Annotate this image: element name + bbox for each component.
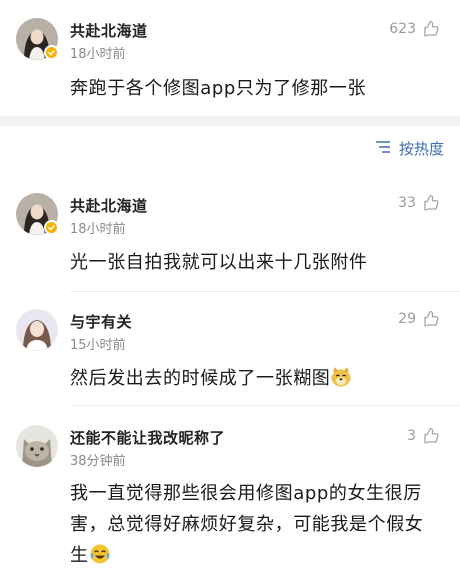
like-count: 29 bbox=[398, 311, 416, 327]
thumbs-up-icon bbox=[422, 427, 440, 445]
sort-lines-icon bbox=[374, 139, 394, 159]
username[interactable]: 共赴北海道 bbox=[70, 20, 148, 41]
timestamp: 38分钟前 bbox=[70, 454, 126, 469]
avatar[interactable] bbox=[16, 309, 58, 351]
thumbs-up-icon bbox=[422, 20, 440, 38]
section-divider bbox=[0, 116, 460, 126]
username[interactable]: 还能不能让我改昵称了 bbox=[70, 427, 225, 448]
verified-badge-icon bbox=[44, 45, 59, 60]
like-count: 33 bbox=[398, 195, 416, 211]
username[interactable]: 与宇有关 bbox=[70, 311, 132, 332]
comment-text: 然后发出去的时候成了一张糊图 bbox=[70, 363, 440, 394]
verified-badge-icon bbox=[44, 220, 59, 235]
comment-text: 光一张自拍我就可以出来十几张附件 bbox=[70, 252, 368, 273]
row-divider bbox=[70, 405, 460, 406]
comment-text-body: 我一直觉得那些很会用修图app的女生很厉害，总觉得好麻烦好复杂，可能我是个假女生 bbox=[70, 483, 424, 566]
like-button[interactable]: 33 bbox=[398, 194, 440, 212]
row-divider bbox=[70, 291, 460, 292]
laugh-cry-emoji-icon bbox=[89, 543, 111, 565]
timestamp: 15小时前 bbox=[70, 338, 126, 353]
like-count: 623 bbox=[389, 21, 416, 37]
doge-emoji-icon bbox=[330, 366, 352, 388]
comment-text: 我一直觉得那些很会用修图app的女生很厉害，总觉得好麻烦好复杂，可能我是个假女生 bbox=[70, 478, 436, 571]
like-button[interactable]: 3 bbox=[407, 427, 440, 445]
comment-page: 共赴北海道 18小时前 623 奔跑于各个修图app只为了修那一张 按热度 共赴… bbox=[0, 0, 460, 572]
comment-text: 奔跑于各个修图app只为了修那一张 bbox=[70, 78, 367, 99]
thumbs-up-icon bbox=[422, 194, 440, 212]
comment-text-body: 然后发出去的时候成了一张糊图 bbox=[70, 368, 331, 389]
like-button[interactable]: 623 bbox=[389, 20, 440, 38]
top-comment[interactable]: 共赴北海道 18小时前 623 奔跑于各个修图app只为了修那一张 bbox=[0, 0, 460, 116]
timestamp: 18小时前 bbox=[70, 47, 126, 62]
like-count: 3 bbox=[407, 428, 416, 444]
timestamp: 18小时前 bbox=[70, 222, 126, 237]
like-button[interactable]: 29 bbox=[398, 310, 440, 328]
username[interactable]: 共赴北海道 bbox=[70, 195, 148, 216]
thumbs-up-icon bbox=[422, 310, 440, 328]
avatar[interactable] bbox=[16, 425, 58, 467]
sort-label: 按热度 bbox=[398, 140, 444, 158]
sort-button[interactable]: 按热度 bbox=[374, 138, 444, 159]
